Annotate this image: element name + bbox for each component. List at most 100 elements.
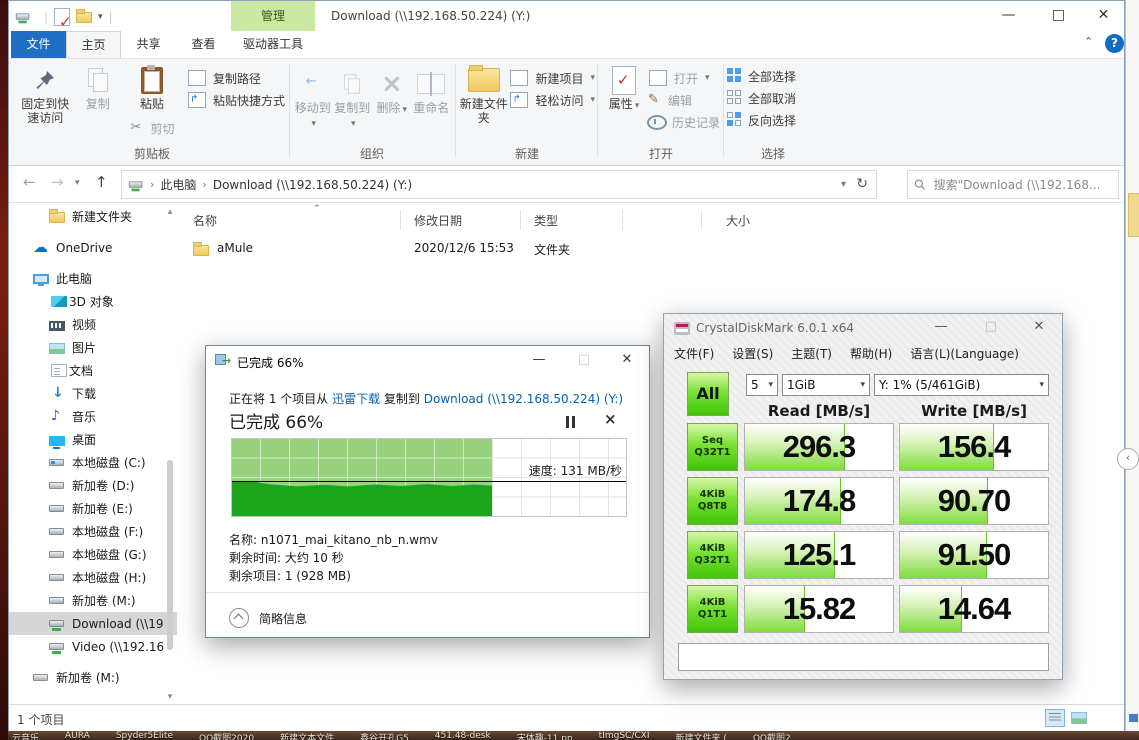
copy-to-button[interactable]: 复制到 xyxy=(333,67,373,130)
sidebar-item-disk-g[interactable]: 本地磁盘 (G:) xyxy=(9,543,177,566)
collapse-ribbon-icon[interactable]: ⌃ xyxy=(1084,35,1093,48)
collapse-panel-icon[interactable]: ‹ xyxy=(1117,448,1139,470)
select-all-button[interactable]: 全部选择 xyxy=(727,67,819,85)
new-folder-icon[interactable] xyxy=(76,12,92,23)
scroll-down-icon[interactable]: ▾ xyxy=(165,692,175,702)
scroll-up-icon[interactable]: ▴ xyxy=(165,207,175,217)
rename-button[interactable]: 重命名 xyxy=(412,67,452,115)
column-date[interactable]: 修改日期 xyxy=(414,212,462,229)
cut-button[interactable]: 剪切 xyxy=(129,119,174,137)
properties-button[interactable]: 属性 xyxy=(601,63,647,112)
thumbnail-view-button[interactable] xyxy=(1069,709,1089,727)
forward-button[interactable]: → xyxy=(51,173,64,191)
details-view-button[interactable] xyxy=(1045,709,1065,727)
sidebar-item-desktop[interactable]: 桌面 xyxy=(9,428,177,451)
desktop-icon-label[interactable]: AURA xyxy=(65,731,90,740)
tab-file[interactable]: 文件 xyxy=(11,31,66,58)
select-none-button[interactable]: 全部取消 xyxy=(727,89,819,107)
qat-customize-arrow-icon[interactable]: ▾ xyxy=(98,12,103,22)
sidebar-item-3d-objects[interactable]: 3D 对象 xyxy=(9,290,177,313)
desktop-icon-label[interactable]: tImgSC/CXI xyxy=(599,731,650,740)
desktop-icon-label[interactable]: QQ截图2020 xyxy=(199,731,254,740)
new-item-button[interactable]: 新建项目 xyxy=(508,69,595,87)
sidebar-item-disk-m-2[interactable]: 新加卷 (M:) xyxy=(9,666,177,689)
desktop-icon-label[interactable]: 新建文本文件 xyxy=(280,731,334,740)
address-dropdown-icon[interactable]: ▾ xyxy=(841,179,846,190)
comment-input[interactable] xyxy=(678,643,1049,671)
seq-q32t1-button[interactable]: SeqQ32T1 xyxy=(687,423,738,471)
source-folder-link[interactable]: 迅雷下载 xyxy=(332,392,380,406)
history-button[interactable]: 历史记录 xyxy=(647,113,720,131)
search-input[interactable] xyxy=(932,177,1112,193)
move-to-button[interactable]: 移动到 xyxy=(293,67,333,130)
maximize-button[interactable]: □ xyxy=(1036,1,1081,31)
run-all-button[interactable]: All xyxy=(687,372,729,416)
paste-button[interactable]: 粘贴 xyxy=(124,63,180,111)
destination-folder-link[interactable]: Download (\\192.168.50.224) (Y:) xyxy=(424,392,623,406)
sidebar-item-download-share[interactable]: Download (\\19 xyxy=(9,612,177,635)
cancel-copy-icon[interactable]: × xyxy=(604,410,617,428)
desktop-icon-label[interactable]: 鑫谷开孔G5 xyxy=(360,731,409,740)
tab-drive-tools[interactable]: 驱动器工具 xyxy=(231,31,315,58)
sidebar-item-videos[interactable]: 视频 xyxy=(9,313,177,336)
minimize-button[interactable]: — xyxy=(986,1,1031,31)
sidebar-item-disk-e[interactable]: 新加卷 (E:) xyxy=(9,497,177,520)
menu-theme[interactable]: 主题(T) xyxy=(791,345,832,362)
paste-shortcut-button[interactable]: 粘贴快捷方式 xyxy=(186,91,285,109)
scrollbar-thumb[interactable] xyxy=(167,460,173,650)
close-button[interactable]: ✕ xyxy=(605,346,649,376)
column-size[interactable]: 大小 xyxy=(726,212,750,229)
test-count-select[interactable]: 5▾ xyxy=(746,374,778,396)
properties-icon[interactable] xyxy=(54,8,70,26)
menu-file[interactable]: 文件(F) xyxy=(674,345,714,362)
menu-language[interactable]: 语言(L)(Language) xyxy=(910,345,1019,362)
invert-selection-button[interactable]: 反向选择 xyxy=(727,111,819,129)
breadcrumb[interactable]: › 此电脑 › Download (\\192.168.50.224) (Y:)… xyxy=(121,170,877,199)
column-type[interactable]: 类型 xyxy=(534,212,558,229)
sidebar-item-music[interactable]: 音乐 xyxy=(9,405,177,428)
close-button[interactable]: ✕ xyxy=(1081,1,1126,31)
search-box[interactable] xyxy=(907,170,1119,199)
4kib-q32t1-button[interactable]: 4KiBQ32T1 xyxy=(687,531,738,579)
file-row-amule[interactable]: aMule 2020/12/6 15:53 文件夹 xyxy=(185,237,985,261)
copy-path-button[interactable]: 复制路径 xyxy=(186,69,285,87)
sidebar-item-disk-h[interactable]: 本地磁盘 (H:) xyxy=(9,566,177,589)
column-name[interactable]: 名称 xyxy=(193,212,217,229)
open-button[interactable]: 打开 xyxy=(647,69,720,87)
fewer-details-toggle[interactable]: 简略信息 xyxy=(229,608,307,628)
minimize-button[interactable]: — xyxy=(517,346,561,376)
sidebar-item-documents[interactable]: 文档 xyxy=(9,359,177,382)
minimize-button[interactable]: — xyxy=(918,314,964,342)
sidebar-item-onedrive[interactable]: OneDrive xyxy=(9,236,177,259)
sidebar-item-downloads[interactable]: 下载 xyxy=(9,382,177,405)
tab-home[interactable]: 主页 xyxy=(66,31,121,58)
up-button[interactable]: ↑ xyxy=(95,173,108,191)
close-button[interactable]: ✕ xyxy=(1016,314,1062,342)
menu-help[interactable]: 帮助(H) xyxy=(850,345,892,362)
back-button[interactable]: ← xyxy=(23,173,36,191)
sidebar-item-this-pc[interactable]: 此电脑 xyxy=(9,267,177,290)
sidebar-item-disk-c[interactable]: 本地磁盘 (C:) xyxy=(9,451,177,474)
desktop-icon-label[interactable]: 新建文件夹 ( xyxy=(675,731,726,740)
easy-access-button[interactable]: 轻松访问 xyxy=(508,91,595,109)
desktop-icon-label[interactable]: 451.48-desk xyxy=(435,731,491,740)
refresh-icon[interactable]: ↻ xyxy=(856,176,868,192)
tab-share[interactable]: 共享 xyxy=(121,31,176,58)
sidebar-item-pictures[interactable]: 图片 xyxy=(9,336,177,359)
sidebar-item-video-share[interactable]: Video (\\192.16 xyxy=(9,635,177,658)
4kib-q8t8-button[interactable]: 4KiBQ8T8 xyxy=(687,477,738,525)
help-button[interactable]: ? xyxy=(1105,34,1124,53)
desktop-icon-label[interactable]: 宋体趣-11.pn xyxy=(517,731,573,740)
new-folder-button[interactable]: 新建文件夹 xyxy=(459,63,508,126)
pause-icon[interactable] xyxy=(564,416,576,428)
pin-to-quick-access-button[interactable]: 固定到快速访问 xyxy=(19,63,71,126)
sidebar-item-disk-d[interactable]: 新加卷 (D:) xyxy=(9,474,177,497)
menu-settings[interactable]: 设置(S) xyxy=(732,345,773,362)
breadcrumb-current[interactable]: Download (\\192.168.50.224) (Y:) xyxy=(213,178,412,192)
delete-button[interactable]: × 删除 xyxy=(372,67,412,116)
copy-button[interactable]: 复制 xyxy=(71,63,123,111)
target-drive-select[interactable]: Y: 1% (5/461GiB)▾ xyxy=(874,374,1049,396)
edit-button[interactable]: 编辑 xyxy=(647,91,720,109)
recent-locations-arrow-icon[interactable]: ▾ xyxy=(75,178,80,188)
desktop-icon-label[interactable]: 云音乐 xyxy=(12,731,39,740)
